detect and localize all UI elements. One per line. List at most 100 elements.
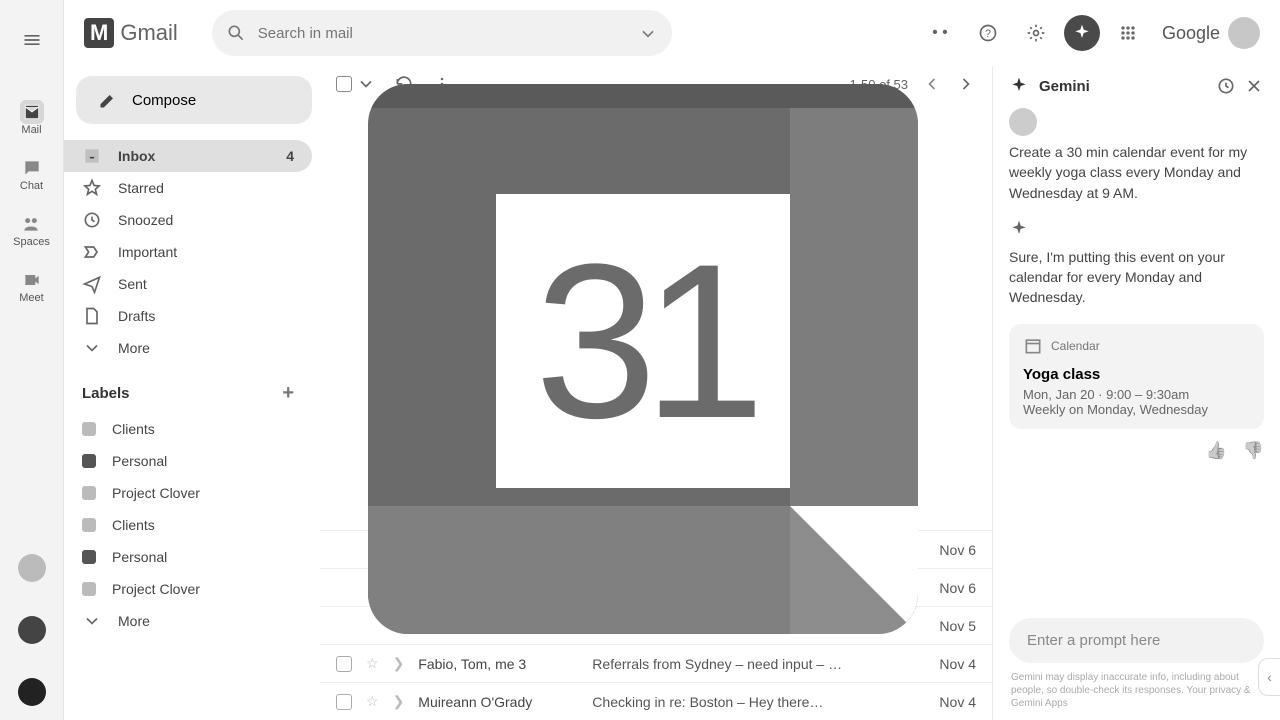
sidebar-item-more[interactable]: More [64, 332, 312, 364]
apprail-label: Spaces [13, 236, 50, 248]
apprail-label: Mail [21, 124, 41, 136]
chat-icon [22, 158, 42, 178]
add-label-button[interactable]: + [282, 382, 294, 405]
label-text: Personal [112, 453, 167, 469]
apps-button[interactable] [1108, 13, 1148, 53]
settings-button[interactable] [1016, 13, 1056, 53]
label-item[interactable]: Personal [64, 541, 312, 573]
gemini-fineprint: Gemini may display inaccurate info, incl… [1011, 671, 1262, 710]
label-text: Clients [112, 421, 155, 437]
search-bar[interactable] [212, 10, 672, 56]
mail-date: Nov 6 [926, 580, 976, 596]
history-icon[interactable] [1216, 76, 1236, 96]
close-icon[interactable] [1244, 76, 1264, 96]
sparkle-icon [1009, 76, 1029, 96]
chevron-down-icon [82, 611, 102, 631]
mail-row[interactable]: ☆ ❯ Fabio, Tom, me 3 Referrals from Sydn… [320, 644, 992, 682]
mail-subject: Checking in re: Boston – Hey there… [592, 694, 912, 710]
gmail-logo[interactable]: M Gmail [84, 18, 178, 48]
gemini-prompt-input[interactable]: Enter a prompt here [1009, 618, 1264, 663]
label-text: Project Clover [112, 581, 200, 597]
sidebar-item-starred[interactable]: Starred [64, 172, 312, 204]
sidebar-item-drafts[interactable]: Drafts [64, 300, 312, 332]
sidebar-item-snoozed[interactable]: Snoozed [64, 204, 312, 236]
gmail-m-icon: M [84, 18, 114, 48]
compose-button[interactable]: Compose [76, 76, 312, 124]
status-bubble-2[interactable] [18, 616, 46, 644]
label-dot-icon [82, 550, 96, 564]
mail-row[interactable]: Nov 6 [320, 568, 992, 606]
nav-label: Inbox [118, 148, 155, 164]
brand-right: Google [1162, 23, 1220, 44]
file-icon [82, 306, 102, 326]
menu-button[interactable] [12, 20, 52, 60]
sidebar-item-sent[interactable]: Sent [64, 268, 312, 300]
tune-icon[interactable] [638, 23, 658, 43]
apprail-label: Chat [20, 180, 43, 192]
calendar-icon [1023, 336, 1043, 356]
label-item[interactable]: Clients [64, 509, 312, 541]
apprail-mail[interactable]: Mail [20, 100, 44, 136]
labels-heading: Labels [82, 385, 130, 402]
labels-more[interactable]: More [64, 605, 312, 637]
svg-text:?: ? [985, 28, 991, 40]
select-all-checkbox[interactable] [336, 76, 352, 92]
nav-label: More [118, 340, 150, 356]
mail-row[interactable]: s Nov 6 [320, 530, 992, 568]
nav-label: Important [118, 244, 177, 260]
more-icon[interactable] [432, 74, 452, 94]
status-dot[interactable]: • • [920, 13, 960, 53]
mail-date: Nov 5 [926, 618, 976, 634]
apprail-meet[interactable]: Meet [19, 268, 43, 304]
important-marker-icon[interactable]: ❯ [393, 655, 405, 672]
app-name: Gmail [120, 20, 177, 46]
chevron-left-icon[interactable] [922, 74, 942, 94]
mail-date: Nov 4 [926, 694, 976, 710]
gemini-button[interactable] [1064, 15, 1100, 51]
status-bubble-3[interactable] [18, 678, 46, 706]
label-dot-icon [82, 582, 96, 596]
row-checkbox[interactable] [336, 694, 352, 710]
account-avatar[interactable] [1228, 17, 1260, 49]
refresh-icon[interactable] [394, 74, 414, 94]
thumbs-down-button[interactable]: 👎 [1243, 441, 1264, 461]
help-button[interactable]: ? [968, 13, 1008, 53]
mail-subject: s [510, 542, 912, 558]
row-checkbox[interactable] [336, 656, 352, 672]
label-item[interactable]: Clients [64, 413, 312, 445]
search-icon [226, 23, 246, 43]
calendar-card[interactable]: Calendar Yoga class Mon, Jan 20 · 9:00 –… [1009, 324, 1264, 429]
label-item[interactable]: Project Clover [64, 477, 312, 509]
thumbs-up-button[interactable]: 👍 [1206, 441, 1227, 461]
mail-date: Nov 6 [926, 542, 976, 558]
mail-row[interactable]: Nov 5 [320, 606, 992, 644]
sidepanel-collapse-button[interactable]: ‹ [1258, 658, 1280, 696]
card-when: Mon, Jan 20 · 9:00 – 9:30am [1023, 387, 1250, 402]
sidebar: Compose Inbox 4 Starred Snoozed Im [64, 66, 320, 720]
star-icon[interactable]: ☆ [366, 693, 379, 710]
chevron-down-icon[interactable] [356, 74, 376, 94]
sidebar-item-important[interactable]: Important [64, 236, 312, 268]
chevron-right-icon[interactable] [956, 74, 976, 94]
search-input[interactable] [258, 25, 626, 42]
sidebar-item-inbox[interactable]: Inbox 4 [64, 140, 312, 172]
label-text: Personal [112, 549, 167, 565]
important-marker-icon[interactable]: ❯ [393, 693, 405, 710]
apprail-spaces[interactable]: Spaces [13, 212, 50, 248]
label-dot-icon [82, 518, 96, 532]
mail-row[interactable]: ☆ ❯ Muireann O'Grady Checking in re: Bos… [320, 682, 992, 720]
apprail-chat[interactable]: Chat [20, 156, 44, 192]
label-text: Project Clover [112, 485, 200, 501]
spaces-icon [21, 214, 41, 234]
gemini-user-prompt: Create a 30 min calendar event for my we… [1009, 142, 1264, 203]
send-icon [82, 274, 102, 294]
label-item[interactable]: Project Clover [64, 573, 312, 605]
help-icon: ? [978, 23, 998, 43]
gear-icon [1026, 23, 1046, 43]
gemini-input-placeholder: Enter a prompt here [1027, 632, 1160, 649]
label-item[interactable]: Personal [64, 445, 312, 477]
star-icon[interactable]: ☆ [366, 655, 379, 672]
compose-label: Compose [132, 92, 196, 109]
status-bubble-1[interactable] [18, 554, 46, 582]
card-chip: Calendar [1051, 339, 1100, 353]
